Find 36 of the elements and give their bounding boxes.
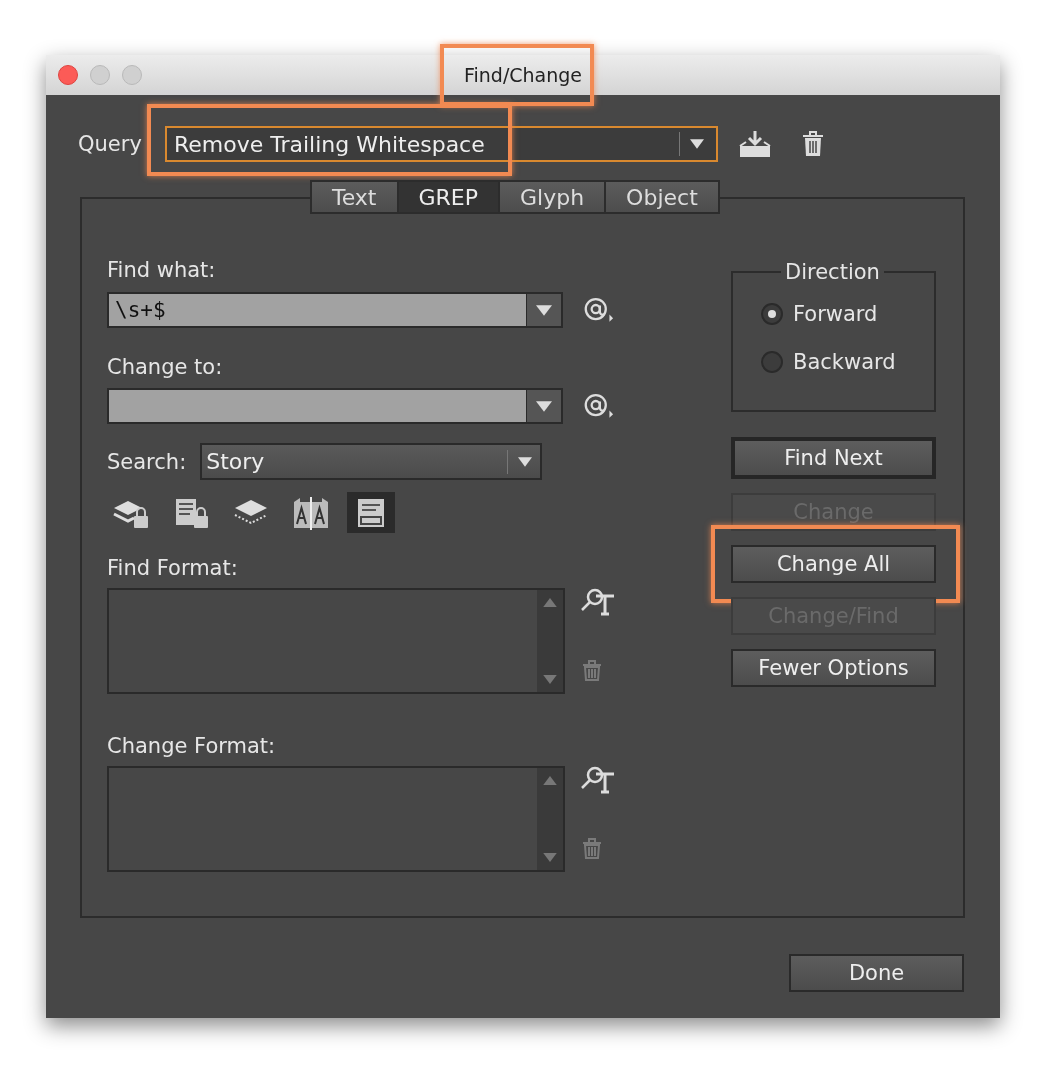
tab[interactable]: Glyph bbox=[498, 180, 607, 214]
search-dropdown[interactable]: Story bbox=[200, 443, 543, 480]
tab[interactable]: Text bbox=[310, 180, 399, 214]
footnote-icon bbox=[356, 496, 386, 529]
field-label: Find Format: bbox=[107, 556, 239, 580]
query-dropdown[interactable]: Remove Trailing Whitespace bbox=[165, 126, 718, 162]
tab[interactable]: Object bbox=[604, 180, 720, 214]
field-label: Find what: bbox=[107, 258, 217, 282]
caret-icon bbox=[518, 456, 533, 467]
field-label: Change to: bbox=[107, 355, 224, 379]
at-sign-icon[interactable] bbox=[583, 295, 616, 325]
text-format-icon[interactable] bbox=[580, 766, 616, 796]
search-label: Search: bbox=[107, 449, 187, 474]
action-button[interactable]: Fewer Options bbox=[731, 649, 936, 687]
at-sign-icon[interactable] bbox=[583, 391, 616, 421]
scroll-bar[interactable] bbox=[537, 768, 563, 870]
radio-button[interactable] bbox=[761, 303, 783, 325]
scroll-bar[interactable] bbox=[537, 590, 563, 692]
trash-icon[interactable] bbox=[802, 131, 824, 157]
field-label: Change Format: bbox=[107, 734, 277, 758]
group-label: Direction bbox=[784, 260, 881, 284]
action-button[interactable]: Change All bbox=[731, 545, 936, 583]
close-button[interactable] bbox=[58, 65, 78, 85]
caret-icon bbox=[690, 139, 704, 149]
action-button[interactable]: Find Next bbox=[731, 437, 936, 479]
done-button[interactable]: Done bbox=[789, 954, 964, 992]
tab[interactable]: GREP bbox=[396, 180, 500, 214]
radio-label[interactable]: Forward bbox=[793, 302, 878, 326]
radio-label[interactable]: Backward bbox=[793, 350, 896, 374]
text-format-icon[interactable] bbox=[580, 588, 616, 618]
radio-button[interactable] bbox=[761, 351, 783, 373]
window-title: Find/Change bbox=[462, 64, 584, 86]
option-toggle[interactable] bbox=[347, 492, 395, 533]
save-query-icon[interactable] bbox=[738, 130, 772, 158]
master-pages-icon bbox=[292, 495, 330, 530]
query-label: Query bbox=[78, 132, 143, 156]
